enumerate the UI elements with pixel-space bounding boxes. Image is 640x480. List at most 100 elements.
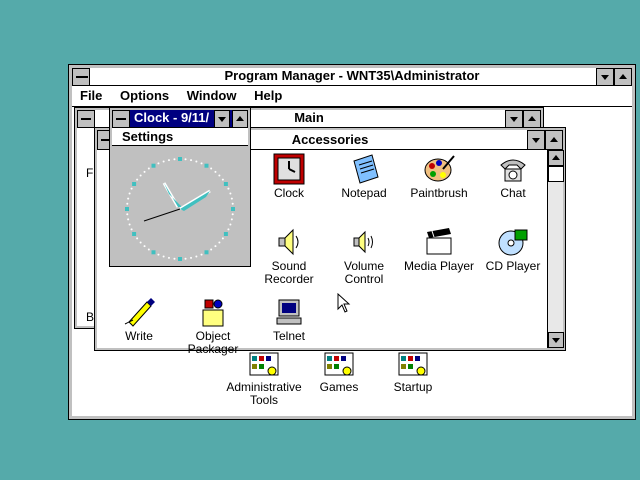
clock-hour-mark: [204, 250, 209, 255]
program-label: Paintbrush: [410, 186, 468, 200]
main-maximize-button[interactable]: [523, 110, 541, 127]
clock-minute-mark: [127, 218, 130, 221]
clock-menu-bar: Settings: [112, 128, 248, 146]
maximize-icon: [528, 116, 536, 121]
scroll-down-button[interactable]: [548, 332, 564, 348]
clock-minute-mark: [221, 237, 224, 240]
clock-system-menu-button[interactable]: [112, 110, 130, 127]
scroll-up-arrow-icon: [552, 155, 560, 160]
clock-minute-mark: [157, 162, 160, 165]
program-volume-control[interactable]: Volume Control: [326, 226, 402, 286]
group-icon: [324, 352, 354, 376]
clock-hour-mark: [132, 232, 137, 236]
program-group-administrative-tools[interactable]: Administrative Tools: [222, 351, 306, 407]
program-label: CD Player: [485, 259, 541, 273]
program-label: Clock: [273, 186, 304, 200]
group-label: Administrative Tools: [226, 380, 302, 407]
program-telnet[interactable]: Telnet: [251, 296, 327, 343]
menu-options[interactable]: Options: [120, 88, 169, 103]
system-menu-icon: [116, 118, 126, 120]
clock-minute-mark: [210, 248, 213, 251]
scroll-down-arrow-icon: [552, 338, 560, 343]
clock-minute-mark: [147, 248, 150, 251]
clock-minute-mark: [184, 257, 187, 260]
program-label: Chat: [500, 186, 526, 200]
menu-window[interactable]: Window: [187, 88, 237, 103]
minimize-icon: [218, 117, 226, 122]
program-clock[interactable]: Clock: [251, 153, 327, 200]
clock-minute-mark: [130, 228, 133, 231]
clock-minute-mark: [190, 159, 193, 162]
maximize-icon: [550, 137, 558, 142]
menu-help[interactable]: Help: [254, 88, 282, 103]
clock-hour-mark: [125, 207, 129, 211]
computer-icon: [276, 299, 302, 325]
program-sound-recorder[interactable]: Sound Recorder: [251, 226, 327, 286]
system-menu-button[interactable]: [72, 68, 90, 85]
accessories-minimize-button[interactable]: [527, 130, 545, 149]
group-icon: [249, 352, 279, 376]
clock-minimize-button[interactable]: [214, 110, 230, 127]
program-object-packager[interactable]: Object Packager: [175, 296, 251, 356]
clock-minute-hand-shape: [180, 191, 210, 211]
clock-minute-mark: [128, 223, 131, 226]
clock-minute-mark: [230, 197, 233, 200]
clock-minute-mark: [128, 192, 131, 195]
program-manager-title: Program Manager - WNT35\Administrator: [224, 68, 480, 83]
clock-minute-mark: [231, 213, 234, 216]
main-minimize-button[interactable]: [505, 110, 523, 127]
clock-title: Clock - 9/11/: [134, 110, 210, 125]
clock-icon: [273, 153, 305, 185]
clock-window: Clock - 9/11/ Settings: [109, 107, 251, 267]
program-cd-player[interactable]: CD Player: [475, 226, 551, 273]
main-system-menu-button[interactable]: [77, 110, 95, 127]
mouse-pointer-icon: [337, 293, 351, 313]
minimize-icon: [510, 117, 518, 122]
program-manager-titlebar[interactable]: Program Manager - WNT35\Administrator: [72, 68, 632, 86]
program-label: Write: [125, 329, 153, 343]
program-write[interactable]: Write: [101, 296, 177, 343]
program-label: Volume Control: [343, 259, 385, 286]
clock-minute-mark: [195, 255, 198, 258]
menu-settings[interactable]: Settings: [122, 128, 173, 146]
clock-titlebar[interactable]: Clock - 9/11/: [112, 110, 248, 128]
main-title: Main: [294, 110, 324, 125]
program-chat[interactable]: Chat: [475, 153, 551, 200]
pen-icon: [124, 298, 155, 327]
clock-hour-mark: [151, 163, 156, 168]
maximize-icon: [236, 116, 244, 121]
speaker-icon: [278, 228, 299, 256]
menu-file[interactable]: File: [80, 88, 102, 103]
accessories-maximize-button[interactable]: [545, 130, 563, 149]
minimize-button[interactable]: [596, 68, 614, 85]
clock-hour-mark: [231, 207, 235, 211]
program-media-player[interactable]: Media Player: [401, 226, 477, 273]
system-menu-icon: [76, 76, 88, 78]
package-icon: [202, 299, 224, 327]
clock-minute-mark: [139, 174, 142, 177]
clock-hour-mark: [223, 182, 228, 186]
clock-hour-mark: [151, 250, 156, 255]
clock-minute-mark: [200, 253, 203, 256]
program-group-startup[interactable]: Startup: [375, 351, 451, 394]
clock-minute-mark: [214, 170, 217, 173]
clock-minute-mark: [167, 159, 170, 162]
clock-maximize-button[interactable]: [232, 110, 248, 127]
clock-hour-mark: [178, 257, 182, 261]
program-notepad[interactable]: Notepad: [326, 153, 402, 200]
program-paintbrush[interactable]: Paintbrush: [401, 153, 477, 200]
clock-minute-mark: [195, 160, 198, 163]
group-label: Games: [319, 380, 359, 394]
clock-minute-mark: [200, 162, 203, 165]
clock-minute-mark: [126, 213, 129, 216]
clock-minute-mark: [130, 187, 133, 190]
cd-icon: [498, 229, 528, 256]
clock-minute-mark: [173, 257, 176, 260]
program-label: Sound Recorder: [264, 259, 314, 286]
clock-minute-mark: [143, 170, 146, 173]
program-label: Object Packager: [187, 329, 239, 356]
program-group-games[interactable]: Games: [301, 351, 377, 394]
clock-minute-mark: [147, 167, 150, 170]
maximize-button[interactable]: [614, 68, 632, 85]
clock-minute-mark: [167, 256, 170, 259]
